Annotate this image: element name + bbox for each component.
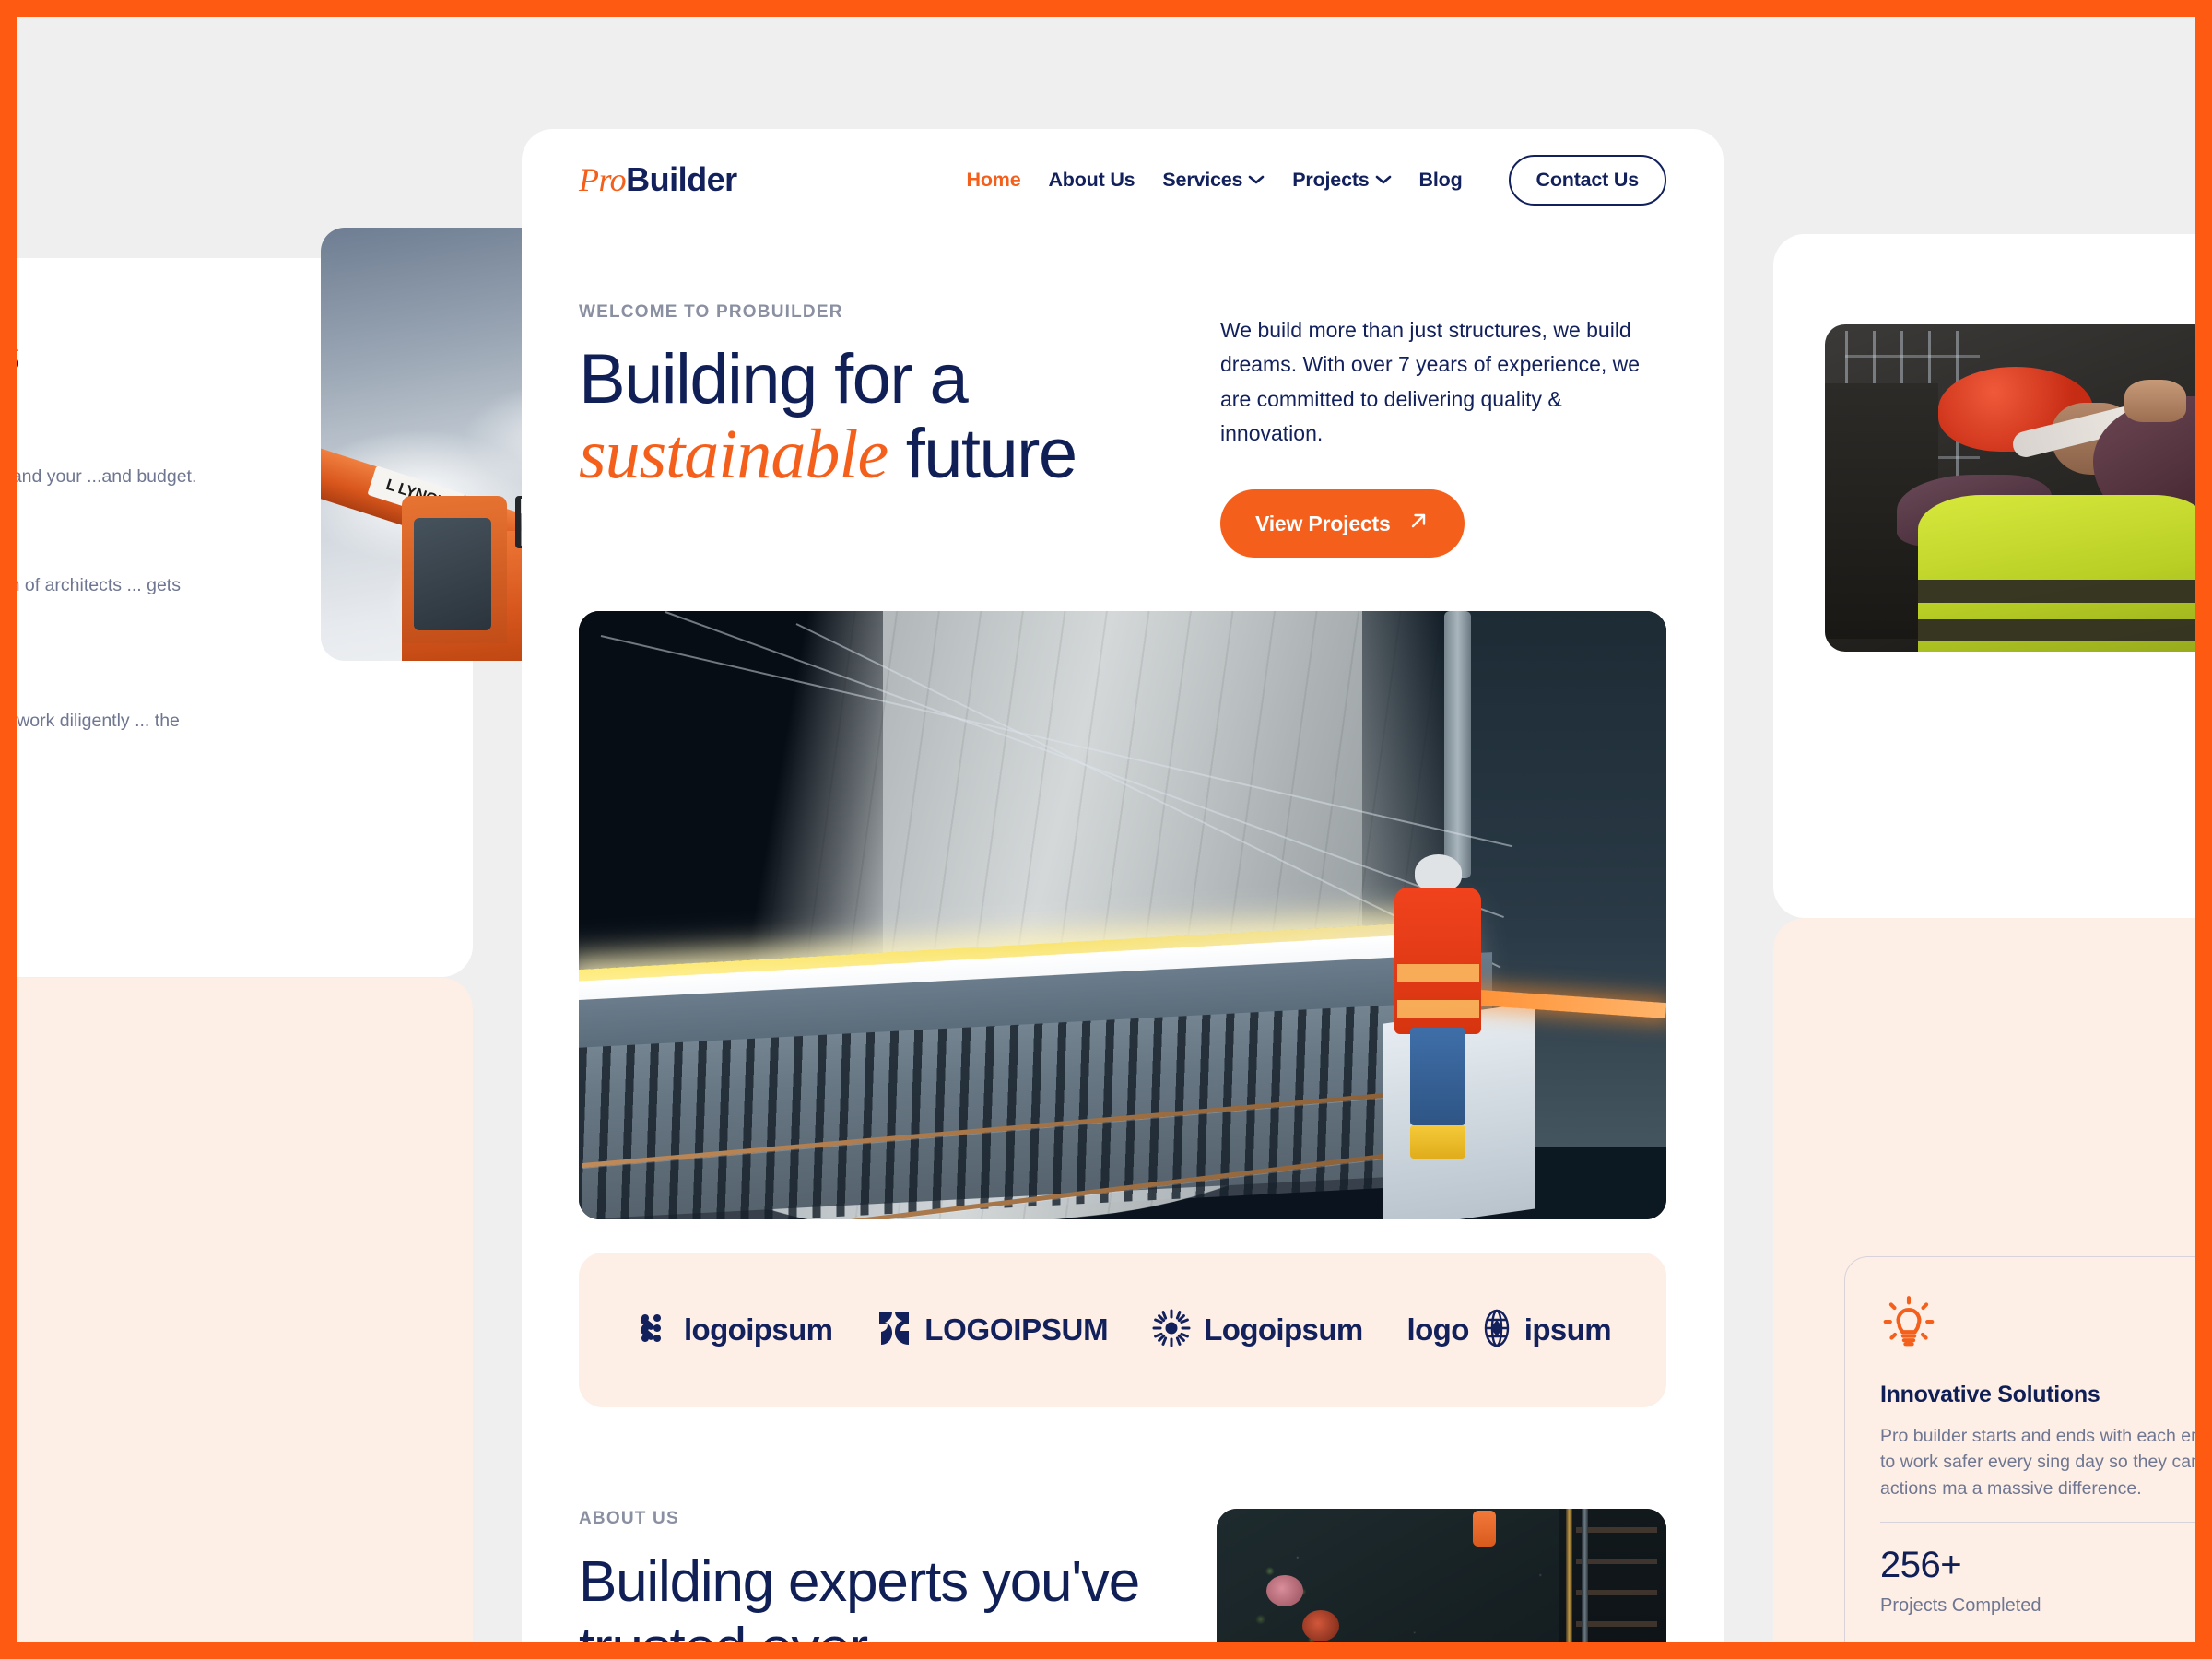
nav-label: About Us <box>1048 168 1135 191</box>
site-header: ProBuilder Home About Us Services Projec… <box>522 129 1724 230</box>
left-construction-panel: ...or ...uction <box>17 978 473 1642</box>
sunburst-icon <box>1152 1309 1191 1352</box>
card-text: Pro builder starts and ends with each em… <box>1880 1426 2195 1499</box>
hero-title-line1: Building for a <box>579 340 969 418</box>
primary-navigation: Home About Us Services Projects Blog Con… <box>967 154 1666 206</box>
vest-reflective-stripe <box>1396 1000 1479 1019</box>
about-eyebrow: ABOUT US <box>579 1509 679 1528</box>
nav-label: Services <box>1162 168 1243 191</box>
vest-reflective-band <box>1917 618 2195 642</box>
butterfly-icon <box>877 1309 912 1352</box>
left-peach-panel-title: ...or ...uction <box>17 1024 421 1139</box>
nav-item-projects[interactable]: Projects <box>1292 169 1391 192</box>
painted-rose <box>1265 1575 1303 1606</box>
hero-title: Building for a sustainable future <box>579 340 1169 493</box>
lightbulb-icon <box>1880 1296 1937 1353</box>
tunnel-worker <box>1389 854 1487 1159</box>
logo-builder-text: Builder <box>626 160 737 198</box>
client-logo-label: Logoipsum <box>1204 1312 1363 1347</box>
process-step: ...n Monitoring ...ftsmen and project ma… <box>17 668 421 761</box>
nav-item-services[interactable]: Services <box>1162 169 1265 192</box>
yellow-boots <box>1410 1124 1465 1159</box>
process-step-title: ...n Monitoring <box>17 668 421 692</box>
hero-right-column: We build more than just structures, we b… <box>1220 302 1666 558</box>
white-helmet-icon <box>1414 854 1462 891</box>
hero-title-italic: sustainable <box>579 415 888 493</box>
about-wall-image: GALLUSSTUDIO MOLA 8 <box>1217 1509 1666 1642</box>
nav-item-blog[interactable]: Blog <box>1419 169 1463 192</box>
stat-value: 256+ <box>1880 1545 1962 1586</box>
chevron-down-icon <box>1248 174 1265 185</box>
nav-label: Home <box>966 168 1021 191</box>
door-pole <box>1581 1509 1588 1642</box>
about-section: ABOUT US Building experts you've trusted… <box>579 1509 1666 1642</box>
contact-us-button[interactable]: Contact Us <box>1508 154 1666 206</box>
hero-eyebrow: WELCOME TO PROBUILDER <box>579 302 843 322</box>
interior-shelving <box>1576 1517 1658 1642</box>
worker-portrait-image <box>1825 324 2195 652</box>
door-pole <box>1565 1509 1572 1642</box>
hero-section: WELCOME TO PROBUILDER Building for a sus… <box>522 230 1724 558</box>
page-frame: ...rk process ...ning ...ting down with … <box>17 17 2195 1642</box>
process-step-text: ...ting down with you to understand your… <box>17 466 197 488</box>
brand-logo[interactable]: ProBuilder <box>579 160 737 199</box>
client-logo-logoipsum-dots[interactable]: logoipsum <box>634 1310 833 1351</box>
main-browser-panel: ProBuilder Home About Us Services Projec… <box>522 129 1724 1642</box>
paint-roller <box>1473 1511 1496 1547</box>
globe-icon <box>1478 1308 1515 1353</box>
card-divider <box>1880 1521 2195 1524</box>
view-projects-button[interactable]: View Projects <box>1220 489 1465 558</box>
hero-title-line2-rest: future <box>888 414 1077 493</box>
chevron-down-icon <box>1375 174 1392 185</box>
worker-hand <box>2124 380 2186 423</box>
client-logo-logoipsum-butterfly[interactable]: LOGOIPSUM <box>877 1309 1109 1352</box>
nav-label: Blog <box>1418 168 1463 191</box>
client-logo-logo-ipsum-globe[interactable]: logo ipsum <box>1406 1308 1612 1353</box>
client-logo-logoipsum-sunburst[interactable]: Logoipsum <box>1152 1309 1363 1352</box>
about-left-column: ABOUT US Building experts you've trusted… <box>579 1509 1169 1642</box>
vest-reflective-stripe <box>1396 963 1479 982</box>
about-title: Building experts you've trusted over <box>579 1550 1140 1642</box>
stat-label: Projects Completed <box>1880 1595 2041 1617</box>
hero-left-column: WELCOME TO PROBUILDER Building for a sus… <box>579 302 1169 558</box>
tunnel-pipe <box>1444 611 1471 879</box>
client-logo-label-left: logo <box>1406 1312 1470 1347</box>
vest-reflective-band <box>1917 579 2195 603</box>
logo-pro-text: Pro <box>579 161 627 198</box>
excavator-cab-glass <box>414 517 491 631</box>
hero-tunnel-image <box>579 611 1666 1219</box>
process-step-text: ...a clear plan in place, our team of ar… <box>17 575 181 596</box>
hero-subtitle: We build more than just structures, we b… <box>1220 318 1641 445</box>
client-logo-strip: logoipsum LOGOIPSUM Logoipsum logo ipsum <box>579 1253 1666 1407</box>
right-peach-panel-title: Be sustai <box>1773 994 2195 1116</box>
client-logo-label: LOGOIPSUM <box>924 1312 1109 1347</box>
innovative-solutions-card: Innovative Solutions Pro builder starts … <box>1844 1256 2195 1642</box>
nav-item-about-us[interactable]: About Us <box>1048 169 1135 192</box>
worker-jeans <box>1410 1028 1465 1125</box>
nav-label: Projects <box>1292 168 1370 191</box>
process-step-text: ...ftsmen and project managers work dili… <box>17 710 180 731</box>
card-title: Innovative Solutions <box>1880 1382 2100 1407</box>
nav-item-home[interactable]: Home <box>967 169 1021 192</box>
painted-rose <box>1301 1610 1339 1642</box>
view-projects-label: View Projects <box>1255 511 1391 535</box>
arrow-up-right-icon <box>1407 510 1430 537</box>
dots-diagonal-icon <box>634 1310 671 1351</box>
client-logo-label: logoipsum <box>683 1312 833 1347</box>
client-logo-label-right: ipsum <box>1524 1312 1612 1347</box>
